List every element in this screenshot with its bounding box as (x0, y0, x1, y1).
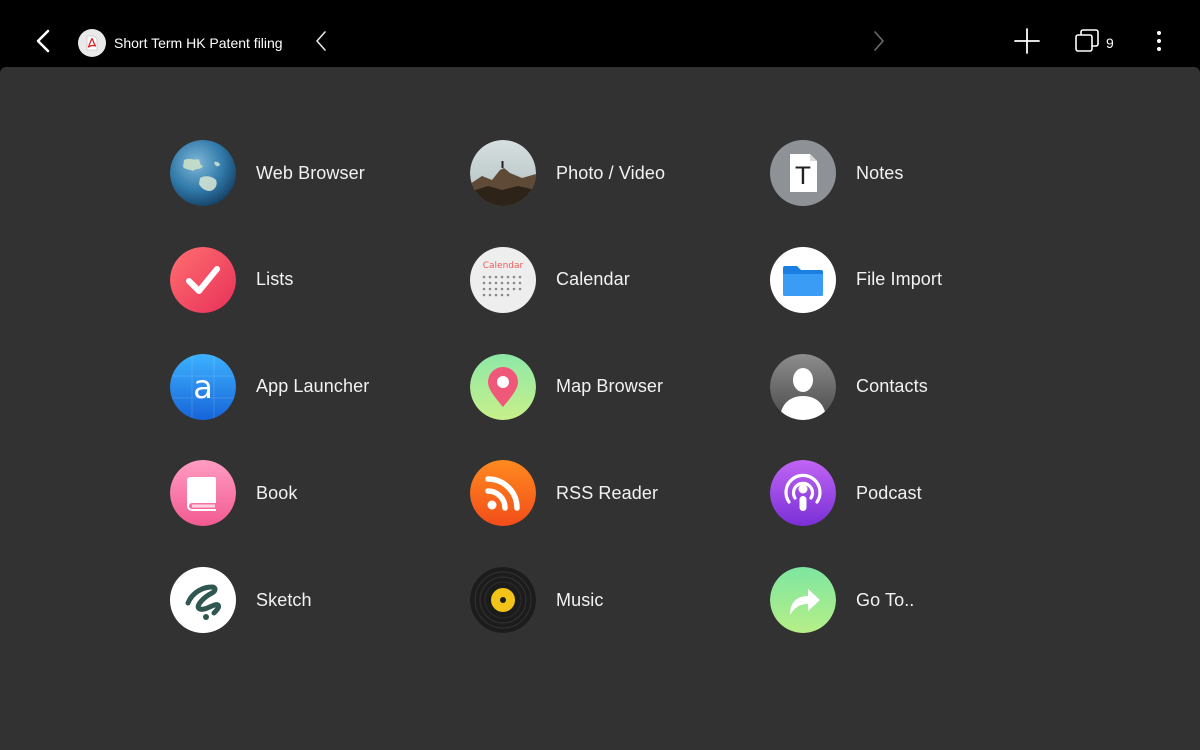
contact-icon (770, 353, 836, 420)
tabs-overview-button[interactable]: 9 (1074, 27, 1126, 59)
app-label: Contacts (856, 376, 928, 396)
app-label: Go To.. (856, 589, 915, 610)
app-label: Lists (256, 269, 294, 290)
app-label: App Launcher (256, 376, 370, 396)
previous-icon (315, 30, 327, 57)
rss-icon (470, 460, 536, 527)
checkmark-icon (170, 246, 236, 313)
previous-button[interactable] (308, 27, 334, 59)
app-book[interactable]: Book (170, 460, 470, 527)
go-to-arrow-icon (770, 567, 836, 633)
pdf-icon (78, 29, 106, 57)
app-notes[interactable]: T Notes (770, 140, 1070, 206)
app-rss-reader[interactable]: RSS Reader (470, 460, 770, 527)
current-tab[interactable]: Short Term HK Patent filing (78, 28, 283, 58)
calendar-glyph: Calendar (483, 261, 524, 271)
podcast-icon (770, 460, 836, 527)
app-label: Calendar (556, 269, 630, 290)
app-label: RSS Reader (556, 482, 659, 503)
folder-icon (770, 246, 836, 313)
app-label: Map Browser (556, 376, 664, 396)
app-label: Notes (856, 162, 904, 183)
next-button[interactable] (866, 27, 892, 59)
app-calendar[interactable]: Calendar Calendar (470, 246, 770, 313)
app-launcher-glyph: a (193, 368, 213, 406)
book-icon (170, 460, 236, 527)
app-contacts[interactable]: Contacts (770, 353, 1070, 420)
new-tab-button[interactable] (1011, 27, 1043, 59)
app-lists[interactable]: Lists (170, 246, 470, 313)
photo-icon (470, 140, 536, 206)
map-pin-icon (470, 353, 536, 420)
app-label: Photo / Video (556, 162, 666, 183)
tabs-icon (1074, 28, 1100, 59)
tab-count: 9 (1106, 35, 1114, 51)
app-launcher-icon: a (170, 353, 236, 420)
next-icon (873, 30, 885, 57)
app-music[interactable]: Music (470, 567, 770, 633)
sketch-icon (170, 567, 236, 633)
back-button[interactable] (28, 27, 58, 59)
app-grid: Web Browser Photo / Video T Notes Lists … (170, 140, 1070, 674)
app-label: Music (556, 589, 604, 610)
top-toolbar: Short Term HK Patent filing 9 (0, 0, 1200, 67)
app-label: Sketch (256, 589, 312, 610)
globe-icon (170, 140, 236, 206)
app-label: Podcast (856, 482, 922, 503)
app-label: File Import (856, 269, 943, 290)
tab-title: Short Term HK Patent filing (114, 35, 283, 51)
app-app-launcher[interactable]: a App Launcher (170, 353, 470, 420)
app-podcast[interactable]: Podcast (770, 460, 1070, 527)
calendar-icon: Calendar (470, 246, 536, 313)
more-options-button[interactable] (1146, 27, 1172, 59)
notes-glyph: T (795, 162, 811, 190)
app-label: Book (256, 482, 298, 503)
app-label: Web Browser (256, 162, 365, 183)
app-web-browser[interactable]: Web Browser (170, 140, 470, 206)
back-icon (35, 29, 51, 58)
plus-icon (1013, 27, 1041, 60)
notes-icon: T (770, 140, 836, 206)
app-sketch[interactable]: Sketch (170, 567, 470, 633)
vinyl-record-icon (470, 567, 536, 633)
app-map-browser[interactable]: Map Browser (470, 353, 770, 420)
more-icon (1156, 30, 1162, 57)
app-go-to[interactable]: Go To.. (770, 567, 1070, 633)
app-launcher-panel: Web Browser Photo / Video T Notes Lists … (0, 67, 1200, 750)
app-photo-video[interactable]: Photo / Video (470, 140, 770, 206)
app-file-import[interactable]: File Import (770, 246, 1070, 313)
